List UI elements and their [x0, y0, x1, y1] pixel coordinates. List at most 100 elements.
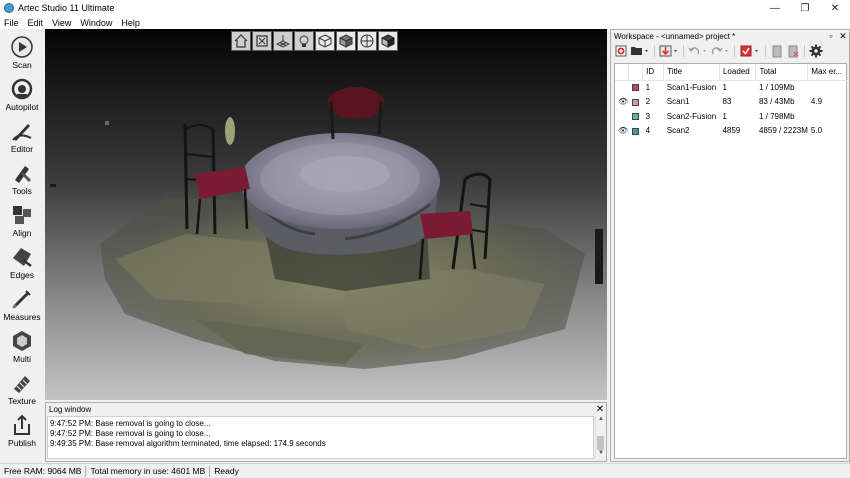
- menu-file[interactable]: File: [0, 18, 24, 28]
- status-bar: Free RAM: 9064 MB Total memory in use: 4…: [0, 463, 850, 478]
- log-line: 9:47:52 PM: Base removal is going to clo…: [50, 429, 211, 438]
- grid-button[interactable]: [273, 31, 293, 51]
- fit-view-button[interactable]: [252, 31, 272, 51]
- solid-button[interactable]: [336, 31, 356, 51]
- workspace-float-button[interactable]: ▫: [825, 31, 837, 42]
- visibility-eye-icon[interactable]: [615, 109, 629, 124]
- toolbar-separator: [804, 45, 805, 57]
- visibility-eye-icon[interactable]: 👁: [615, 124, 629, 139]
- column-loaded[interactable]: Loaded: [719, 64, 757, 81]
- color-swatch-cell[interactable]: [629, 124, 643, 139]
- table-row[interactable]: 👁 4 Scan2 4859 4859 / 2223M 5.0: [615, 124, 848, 139]
- table-row[interactable]: 1 Scan1-Fusion 1 1 / 109Mb: [615, 80, 848, 95]
- column-title[interactable]: Title: [663, 64, 720, 81]
- textured-cube-icon: [381, 34, 395, 48]
- table-row[interactable]: 👁 2 Scan1 83 83 / 43Mb 4.9: [615, 95, 848, 110]
- align-tool-button[interactable]: Align: [0, 197, 44, 239]
- multi-tool-button[interactable]: Multi: [0, 323, 44, 365]
- visibility-eye-icon[interactable]: [615, 80, 629, 95]
- scroll-down-icon[interactable]: ▼: [596, 450, 606, 459]
- import-icon: [659, 45, 677, 57]
- scan-color-swatch[interactable]: [631, 113, 639, 121]
- autopilot-tool-label: Autopilot: [5, 102, 39, 112]
- menu-view[interactable]: View: [48, 18, 76, 28]
- redo-icon: [711, 47, 728, 55]
- undo-icon: [688, 47, 706, 55]
- column-color[interactable]: [628, 64, 644, 81]
- publish-tool-button[interactable]: Publish: [0, 407, 44, 449]
- editor-tool-button[interactable]: Editor: [0, 113, 44, 155]
- color-swatch-cell[interactable]: [629, 109, 643, 124]
- publish-icon: [14, 414, 30, 435]
- menu-help[interactable]: Help: [117, 18, 145, 28]
- autopilot-tool-button[interactable]: Autopilot: [0, 71, 44, 113]
- texture-icon: [14, 376, 30, 393]
- column-total[interactable]: Total: [755, 64, 809, 81]
- scan-total: 4859 / 2223M: [758, 126, 808, 136]
- window-title: Artec Studio 11 Ultimate: [18, 3, 115, 13]
- sphere-view-button[interactable]: [357, 31, 377, 51]
- delete-icon: [788, 45, 799, 58]
- restore-button[interactable]: ❐: [790, 0, 820, 16]
- visibility-eye-icon[interactable]: 👁: [615, 95, 629, 110]
- log-text-area[interactable]: 9:47:52 PM: Base removal is going to clo…: [47, 416, 594, 459]
- scan-color-swatch[interactable]: [631, 98, 639, 106]
- close-button[interactable]: ✕: [820, 0, 850, 16]
- solid-icon: [339, 34, 353, 48]
- menu-bar: File Edit View Window Help: [0, 16, 850, 29]
- redo-button[interactable]: [710, 44, 730, 58]
- menu-window[interactable]: Window: [76, 18, 117, 28]
- table-row[interactable]: 3 Scan2-Fusion 1 1 / 798Mb: [615, 109, 848, 124]
- measures-tool-button[interactable]: Measures: [0, 281, 44, 323]
- title-bar: Artec Studio 11 Ultimate — ❐ ✕: [0, 0, 850, 16]
- minimize-button[interactable]: —: [760, 0, 790, 16]
- clipboard-icon: [772, 45, 782, 58]
- scan-tool-button[interactable]: Scan: [0, 29, 44, 71]
- scan-title: Scan2-Fusion: [666, 111, 717, 121]
- texture-tool-button[interactable]: Texture: [0, 365, 44, 407]
- column-id[interactable]: ID: [642, 64, 665, 81]
- delete-button[interactable]: [786, 44, 800, 58]
- free-ram-status: Free RAM: 9064 MB: [0, 465, 87, 477]
- light-button[interactable]: [294, 31, 314, 51]
- point-cloud-scene: [50, 87, 603, 369]
- edges-tool-button[interactable]: Edges: [0, 239, 44, 281]
- tools-tool-button[interactable]: Tools: [0, 155, 44, 197]
- select-button[interactable]: [739, 44, 761, 58]
- editor-tool-label: Editor: [10, 144, 34, 154]
- color-swatch-cell[interactable]: [629, 80, 643, 95]
- textured-cube-button[interactable]: [378, 31, 398, 51]
- autopilot-icon: [11, 78, 33, 100]
- open-project-button[interactable]: [630, 44, 650, 58]
- scan-list[interactable]: ID Title Loaded Total Max er... 1 Scan1-…: [614, 63, 848, 459]
- scroll-up-icon[interactable]: ▲: [596, 416, 606, 425]
- undo-button[interactable]: [688, 44, 708, 58]
- color-swatch-cell[interactable]: [629, 95, 643, 110]
- scan-id: 4: [645, 126, 651, 136]
- scan-color-swatch[interactable]: [631, 127, 639, 135]
- log-scrollbar[interactable]: ▲ ▼: [595, 416, 605, 459]
- scan-loaded: 83: [722, 97, 732, 107]
- log-scrollbar-thumb[interactable]: [597, 436, 604, 450]
- wireframe-button[interactable]: [315, 31, 335, 51]
- scan-total: 1 / 109Mb: [758, 83, 795, 92]
- 3d-viewport[interactable]: [45, 29, 607, 400]
- column-visible[interactable]: [615, 64, 630, 81]
- log-close-button[interactable]: ✕: [594, 404, 606, 415]
- import-button[interactable]: [659, 44, 679, 58]
- tools-tool-label: Tools: [12, 186, 32, 196]
- menu-edit[interactable]: Edit: [24, 18, 49, 28]
- new-project-button[interactable]: [614, 44, 628, 58]
- scan-color-swatch[interactable]: [631, 84, 639, 92]
- folder-open-icon: [631, 47, 648, 55]
- workspace-close-button[interactable]: ✕: [837, 31, 849, 42]
- scan-total: 1 / 798Mb: [758, 111, 795, 121]
- settings-button[interactable]: [809, 44, 823, 58]
- workspace-title: Workspace - <unnamed> project *: [614, 31, 736, 41]
- column-max-error[interactable]: Max er...: [807, 64, 848, 81]
- editor-icon: [12, 124, 32, 141]
- clipboard-button[interactable]: [770, 44, 784, 58]
- new-project-icon: [615, 45, 627, 57]
- home-view-button[interactable]: [231, 31, 251, 51]
- multi-tool-label: Multi: [13, 354, 31, 364]
